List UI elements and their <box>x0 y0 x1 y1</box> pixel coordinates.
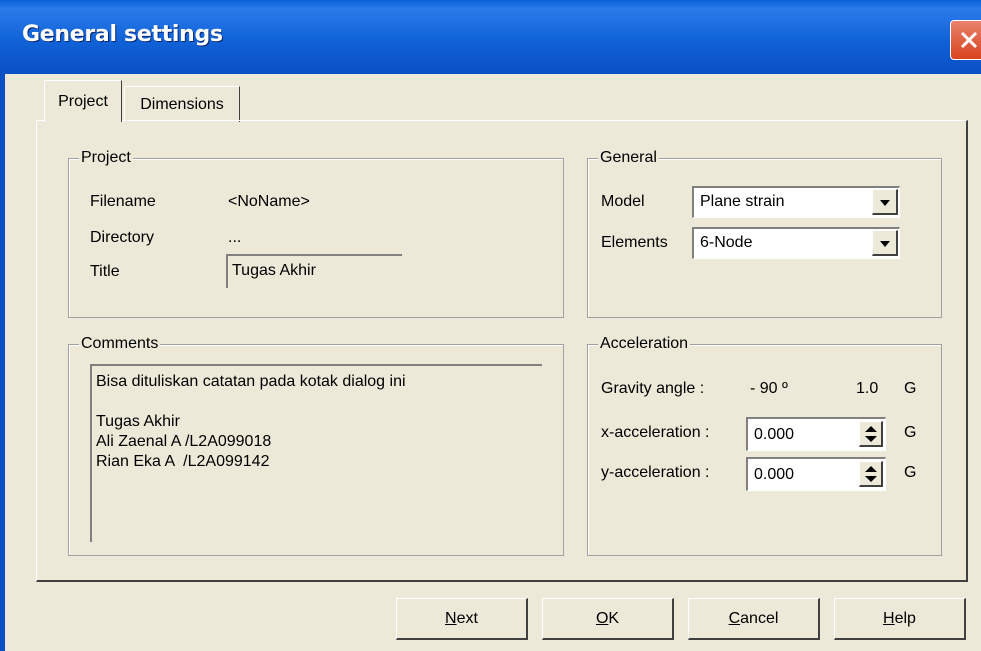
ok-label: K <box>608 610 620 627</box>
project-legend: Project <box>79 149 133 167</box>
comment-line: Ali Zaenal A /L2A099018 <box>96 433 272 450</box>
ok-button[interactable]: OK <box>542 598 674 640</box>
help-button[interactable]: Help <box>834 598 966 640</box>
model-dropdown-button[interactable] <box>872 189 898 215</box>
gravity-angle-label: Gravity angle : <box>601 380 705 397</box>
gravity-value: 1.0 <box>856 380 879 397</box>
cancel-label: ancel <box>740 610 779 627</box>
chevron-down-icon <box>880 241 890 247</box>
help-label: elp <box>894 610 916 627</box>
chevron-down-icon <box>880 200 890 206</box>
comment-line: Bisa dituliskan catatan pada kotak dialo… <box>96 373 406 390</box>
x-acceleration-unit: G <box>904 424 917 441</box>
directory-label: Directory <box>90 229 155 246</box>
y-acceleration-label: y-acceleration : <box>601 464 710 481</box>
window-title: General settings <box>22 22 223 47</box>
x-acceleration-spinner[interactable] <box>859 421 883 447</box>
y-acceleration-input[interactable]: 0.000 <box>746 457 886 491</box>
tab-dimensions[interactable]: Dimensions <box>124 86 240 122</box>
elements-value: 6-Node <box>700 234 753 251</box>
comment-line <box>96 392 542 412</box>
y-acceleration-value: 0.000 <box>754 466 795 483</box>
x-acceleration-label: x-acceleration : <box>601 424 710 441</box>
comments-legend: Comments <box>79 335 161 353</box>
title-input[interactable]: Tugas Akhir <box>226 254 402 288</box>
next-button[interactable]: Next <box>396 598 528 640</box>
acceleration-legend: Acceleration <box>598 335 691 353</box>
directory-value: ... <box>228 229 242 246</box>
elements-select[interactable]: 6-Node <box>692 227 900 259</box>
ok-mnemonic: O <box>595 610 609 627</box>
next-label: ext <box>456 610 478 627</box>
general-legend: General <box>598 149 659 167</box>
title-label: Title <box>90 263 120 280</box>
cancel-button[interactable]: Cancel <box>688 598 820 640</box>
close-icon <box>960 31 978 49</box>
close-button[interactable] <box>950 20 981 60</box>
filename-value: <NoName> <box>228 193 310 210</box>
model-value: Plane strain <box>700 193 785 210</box>
window-border <box>0 74 5 651</box>
comment-line: Tugas Akhir <box>96 413 180 430</box>
y-acceleration-spinner[interactable] <box>859 461 883 487</box>
help-mnemonic: H <box>883 610 895 627</box>
spinner-arrows-icon <box>865 426 877 442</box>
comment-line: Rian Eka A /L2A099142 <box>96 453 270 470</box>
gravity-angle-value: - 90 º <box>750 380 788 397</box>
next-mnemonic: N <box>445 610 457 627</box>
spinner-arrows-icon <box>865 466 877 482</box>
y-acceleration-unit: G <box>904 464 917 481</box>
x-acceleration-value: 0.000 <box>754 426 795 443</box>
cancel-mnemonic: C <box>728 610 741 627</box>
title-bar: General settings <box>0 0 981 74</box>
elements-dropdown-button[interactable] <box>872 230 898 256</box>
model-label: Model <box>601 193 645 210</box>
model-select[interactable]: Plane strain <box>692 186 900 218</box>
x-acceleration-input[interactable]: 0.000 <box>746 417 886 451</box>
filename-label: Filename <box>90 193 156 210</box>
comments-textarea[interactable]: Bisa dituliskan catatan pada kotak dialo… <box>90 364 542 542</box>
elements-label: Elements <box>601 234 668 251</box>
gravity-unit: G <box>904 380 917 397</box>
tab-project[interactable]: Project <box>44 80 122 122</box>
